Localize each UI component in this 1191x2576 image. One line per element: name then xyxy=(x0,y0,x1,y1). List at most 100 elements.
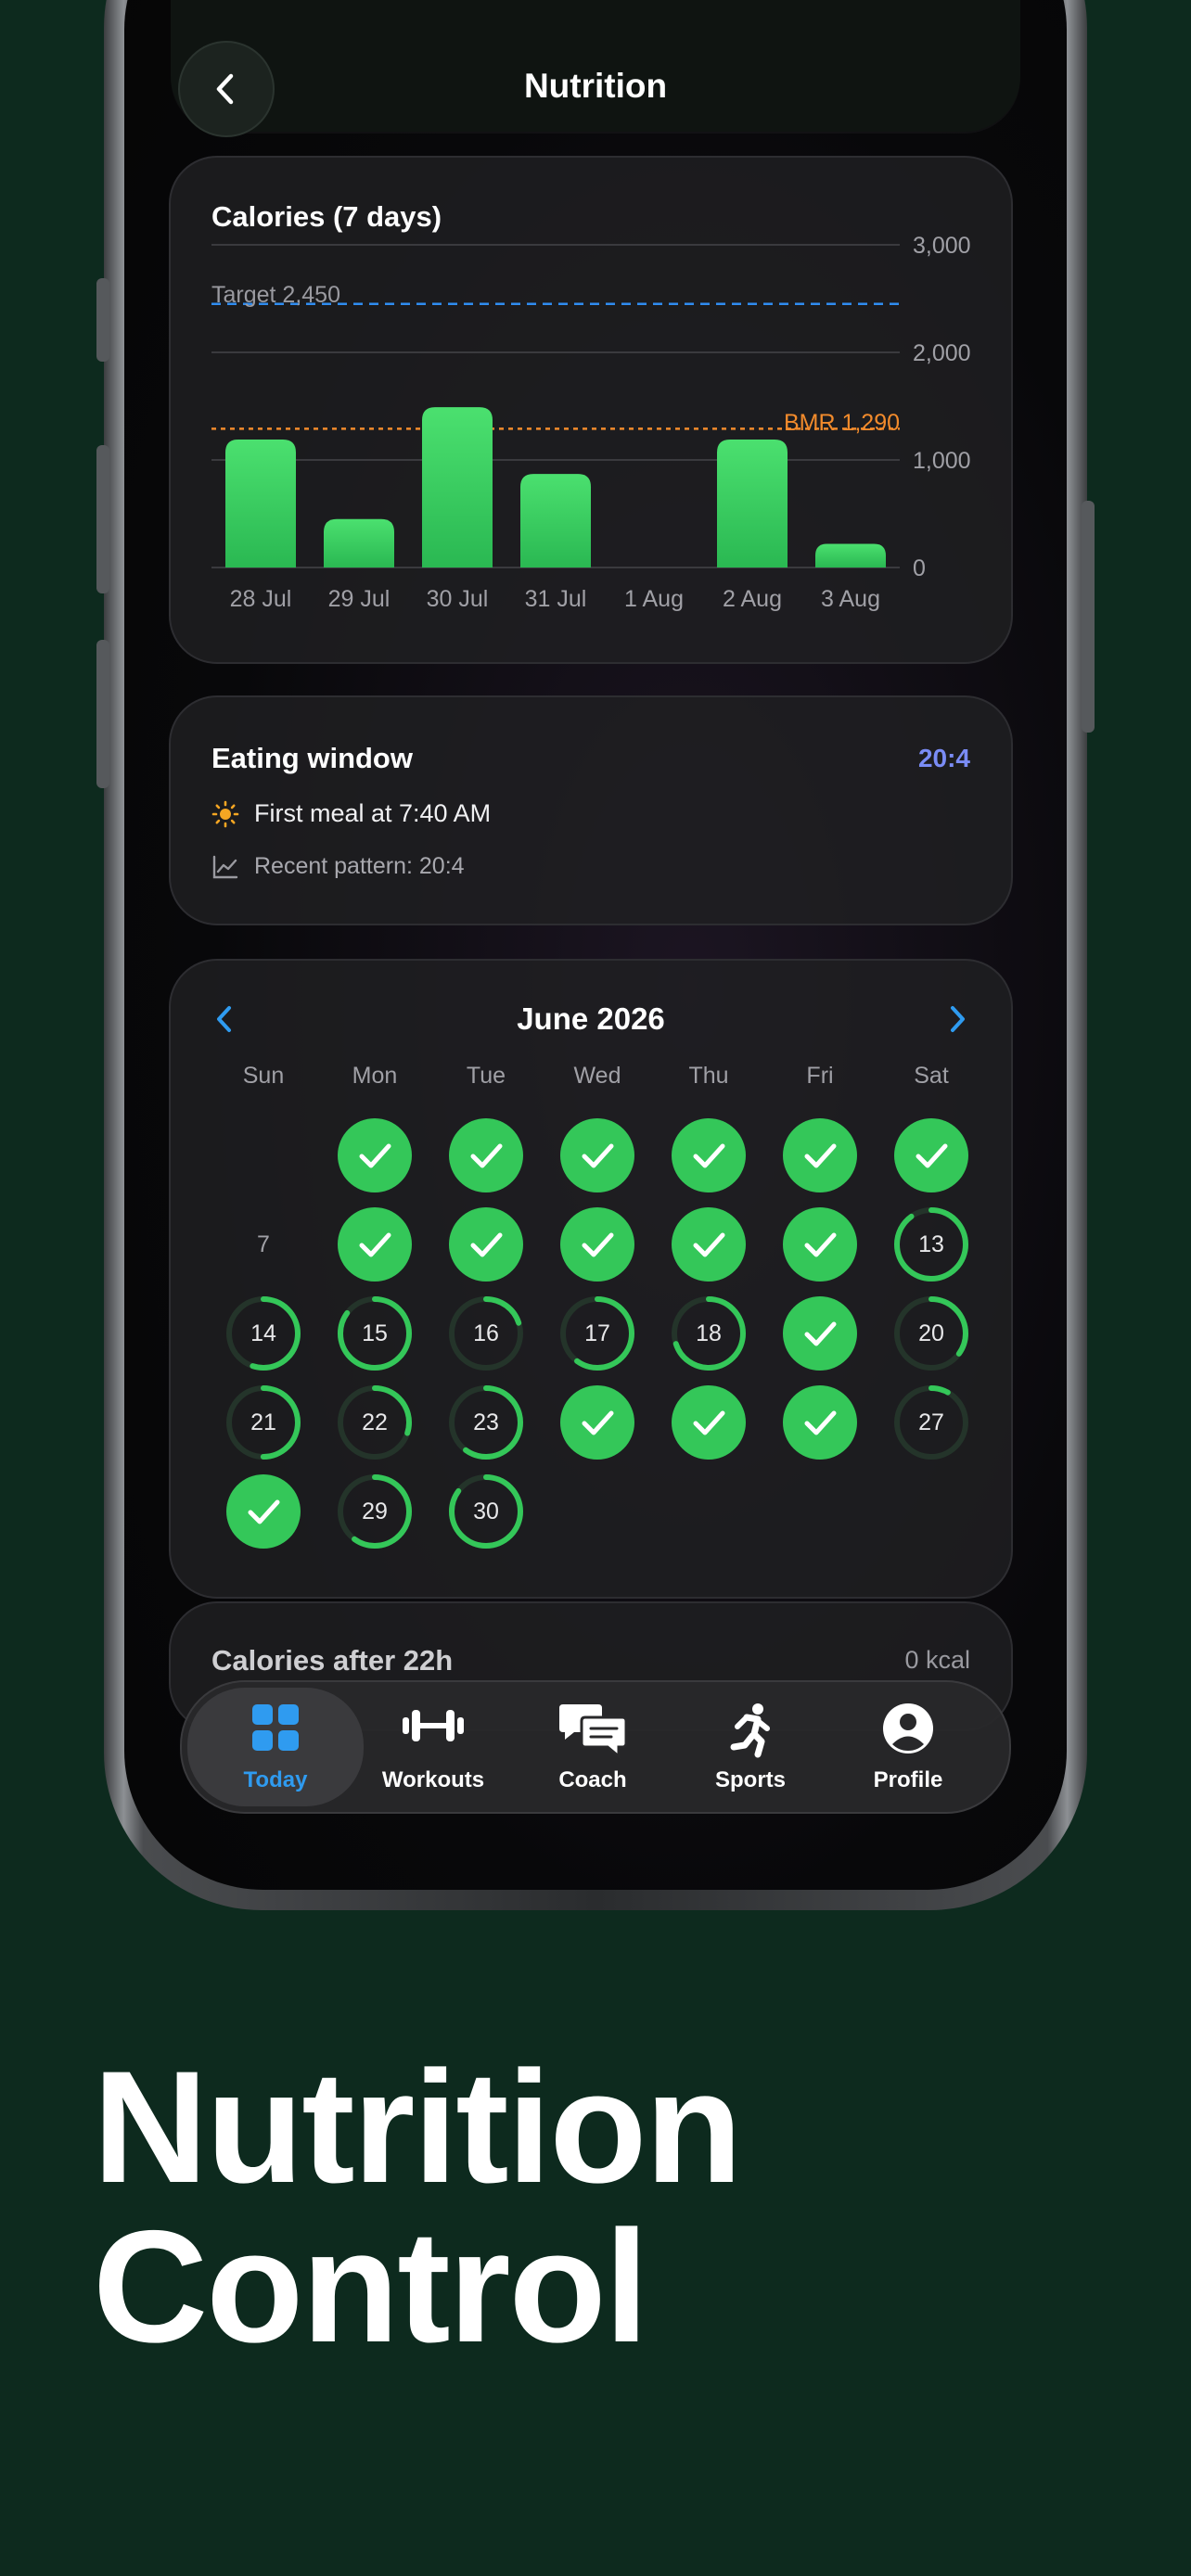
weekday-label: Fri xyxy=(806,1063,834,1089)
calendar-day[interactable]: 13 xyxy=(892,1205,970,1283)
first-meal-text: First meal at 7:40 AM xyxy=(254,799,492,827)
checkmark-icon xyxy=(894,1118,968,1192)
calendar-day[interactable]: 21 xyxy=(224,1384,302,1461)
checkmark-icon xyxy=(338,1118,412,1192)
volume-up-button xyxy=(96,445,109,593)
late-calories-title: Calories after 22h xyxy=(211,1644,454,1677)
calendar-day[interactable] xyxy=(781,1205,859,1283)
calendar-day[interactable] xyxy=(336,1205,414,1283)
bar xyxy=(520,474,591,567)
calendar-day[interactable]: 17 xyxy=(558,1294,636,1372)
tab-sports[interactable]: Sports xyxy=(662,1682,839,1812)
eating-window-title: Eating window xyxy=(211,742,413,774)
calendar-day[interactable] xyxy=(670,1384,748,1461)
sun-icon xyxy=(211,800,239,827)
calendar-day[interactable]: 22 xyxy=(336,1384,414,1461)
calendar-day[interactable] xyxy=(224,1473,302,1550)
tab-today[interactable]: Today xyxy=(187,1688,364,1806)
person-circle-icon xyxy=(883,1703,933,1753)
calendar-day[interactable]: 20 xyxy=(892,1294,970,1372)
tab-bar: Today Workouts Coach Sports Profile xyxy=(180,1680,1011,1814)
calendar-day[interactable]: 23 xyxy=(447,1384,525,1461)
weekday-label: Thu xyxy=(688,1063,729,1089)
x-tick-label: 2 Aug xyxy=(723,586,782,612)
bar xyxy=(717,439,788,567)
headline-line-2: Control xyxy=(93,2198,648,2376)
tab-profile[interactable]: Profile xyxy=(820,1682,996,1812)
calendar-day-number: 14 xyxy=(250,1320,276,1346)
calendar-day-number: 27 xyxy=(918,1409,944,1435)
bmr-label: BMR 1,290 xyxy=(783,410,900,436)
screen: Nutrition Calories (7 days) 0 1,000 2,000 3… xyxy=(124,0,1067,1890)
tab-sports-label: Sports xyxy=(714,1767,786,1792)
calendar-day-number: 23 xyxy=(473,1409,499,1435)
calendar-day[interactable] xyxy=(336,1116,414,1194)
calendar-card: June 2026 Sun Mon Tue Wed Thu Fri Sat 7 13 14 15 1… xyxy=(169,959,1013,1599)
calendar-header: June 2026 xyxy=(171,998,1011,1044)
tab-workouts-label: Workouts xyxy=(381,1767,485,1792)
calendar-day[interactable] xyxy=(781,1294,859,1372)
late-calories-value: 0 kcal xyxy=(904,1646,970,1674)
calendar-day[interactable] xyxy=(781,1384,859,1461)
checkmark-icon xyxy=(783,1385,857,1460)
calendar-day[interactable]: 16 xyxy=(447,1294,525,1372)
first-meal-row: First meal at 7:40 AM xyxy=(211,799,491,828)
x-tick-label: 30 Jul xyxy=(427,586,489,612)
action-button xyxy=(96,278,109,362)
x-tick-label: 3 Aug xyxy=(821,586,880,612)
chat-bubbles-icon xyxy=(559,1704,628,1760)
calendar-day[interactable]: 29 xyxy=(336,1473,414,1550)
checkmark-icon xyxy=(560,1207,634,1282)
calendar-day[interactable] xyxy=(781,1116,859,1194)
calendar-day[interactable] xyxy=(670,1116,748,1194)
calendar-day[interactable] xyxy=(558,1205,636,1283)
weekday-label: Tue xyxy=(466,1063,506,1089)
checkmark-icon xyxy=(560,1118,634,1192)
checkmark-icon xyxy=(560,1385,634,1460)
calendar-day[interactable] xyxy=(558,1384,636,1461)
tab-profile-label: Profile xyxy=(873,1767,943,1792)
calendar-day[interactable]: 7 xyxy=(224,1205,302,1283)
y-tick-label: 3,000 xyxy=(913,233,971,259)
calories-card: Calories (7 days) 0 1,000 2,000 3,000 28 Jul… xyxy=(169,156,1013,664)
runner-icon xyxy=(730,1703,770,1758)
y-tick-label: 1,000 xyxy=(913,448,971,474)
calendar-day[interactable] xyxy=(558,1116,636,1194)
y-tick-label: 2,000 xyxy=(913,340,971,366)
calendar-day-number: 20 xyxy=(918,1320,944,1346)
calendar-day-number: 16 xyxy=(473,1320,499,1346)
calendar-day[interactable]: 30 xyxy=(447,1473,525,1550)
grid-icon xyxy=(252,1704,299,1751)
tab-workouts[interactable]: Workouts xyxy=(345,1682,521,1812)
calendar-day[interactable] xyxy=(447,1205,525,1283)
calendar-day[interactable] xyxy=(670,1205,748,1283)
headline-line-1: Nutrition xyxy=(93,2038,742,2216)
checkmark-icon xyxy=(672,1118,746,1192)
checkmark-icon xyxy=(783,1118,857,1192)
calendar-day[interactable]: 14 xyxy=(224,1294,302,1372)
calendar-day[interactable]: 27 xyxy=(892,1384,970,1461)
eating-window-badge: 20:4 xyxy=(917,744,970,772)
x-tick-label: 31 Jul xyxy=(525,586,587,612)
calendar-day-number: 15 xyxy=(362,1320,388,1346)
bar xyxy=(815,543,886,567)
weekday-label: Sun xyxy=(242,1063,285,1089)
weekday-label: Sat xyxy=(914,1063,949,1089)
calendar-month: June 2026 xyxy=(517,1001,665,1036)
calendar-day[interactable]: 18 xyxy=(670,1294,748,1372)
volume-down-button xyxy=(96,640,109,788)
top-bar-background xyxy=(171,0,1020,132)
calendar-day[interactable]: 15 xyxy=(336,1294,414,1372)
calendar-day[interactable] xyxy=(447,1116,525,1194)
y-tick-label: 0 xyxy=(913,555,926,581)
calendar-day[interactable] xyxy=(892,1116,970,1194)
checkmark-icon xyxy=(672,1207,746,1282)
eating-window-card: Eating window 20:4 First meal at 7:40 AM xyxy=(169,695,1013,925)
x-tick-label: 28 Jul xyxy=(230,586,292,612)
marketing-headline: Nutrition Control xyxy=(93,2038,742,2376)
tab-coach[interactable]: Coach xyxy=(505,1682,681,1812)
dumbbell-icon xyxy=(403,1710,464,1741)
phone-frame: Nutrition Calories (7 days) 0 1,000 2,000 3… xyxy=(96,0,1095,1910)
calendar-day-number: 17 xyxy=(584,1320,610,1346)
chevron-right-icon[interactable] xyxy=(944,1003,970,1035)
